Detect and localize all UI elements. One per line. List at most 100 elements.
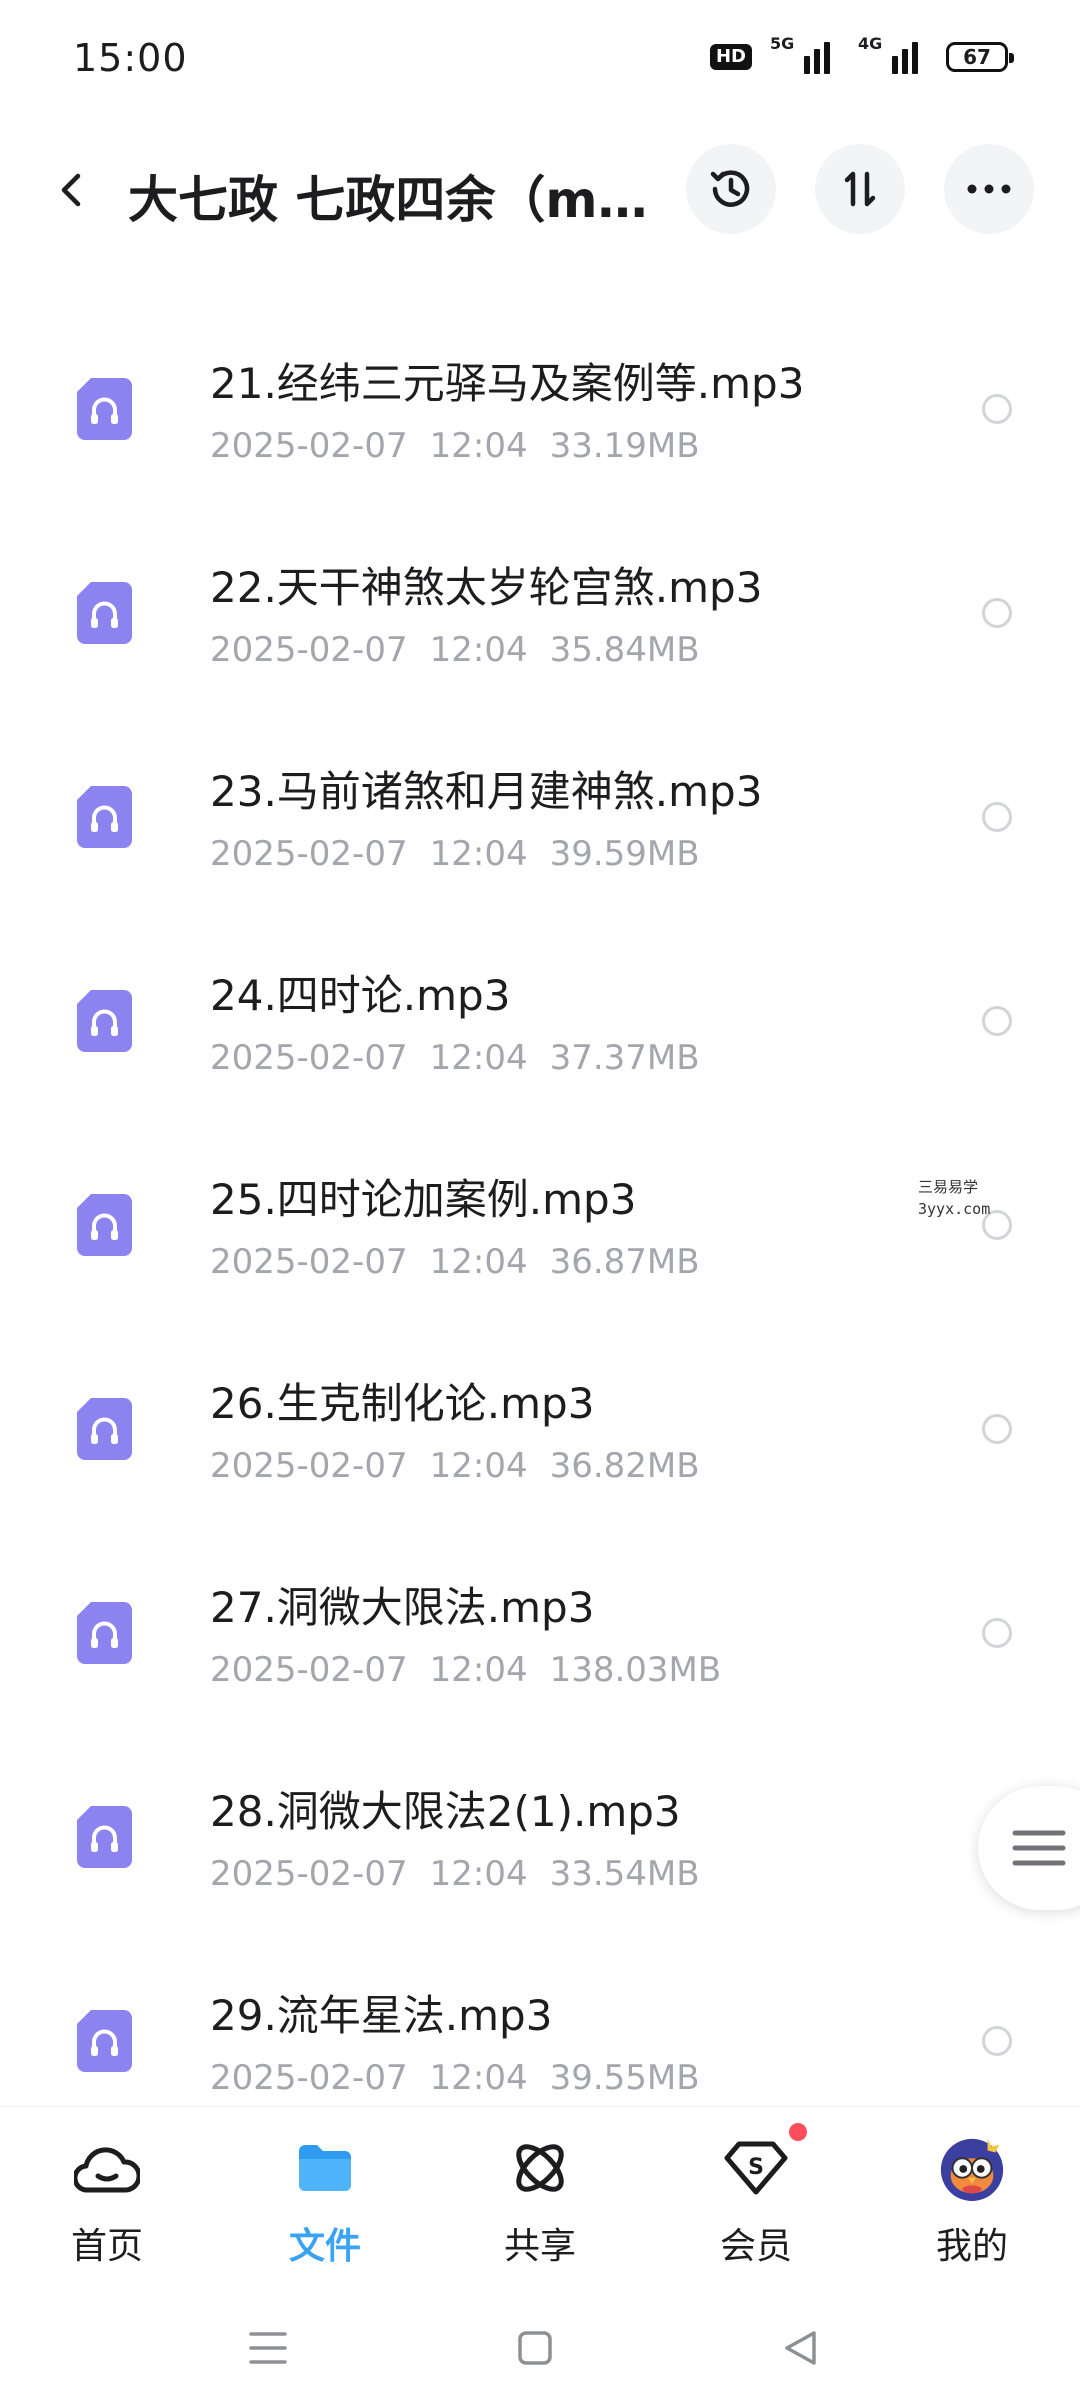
- file-size: 36.87MB: [549, 1242, 700, 1282]
- nav-tab-home[interactable]: 首页: [37, 2133, 177, 2283]
- select-checkbox[interactable]: [982, 394, 1012, 424]
- hd-voice-badge: HD: [709, 44, 752, 70]
- audio-file-icon: [77, 1398, 132, 1460]
- share-atom-icon: [505, 2133, 575, 2203]
- back-button[interactable]: [40, 158, 104, 222]
- nav-label-files: 文件: [288, 2226, 361, 2267]
- screen: 15:00 HD 5G 4G 67 大七政 七政四余（m... 21.经纬三元驿…: [0, 0, 1080, 2400]
- file-date: 2025-02-07: [210, 1650, 408, 1690]
- nav-tab-mine[interactable]: 我的: [902, 2133, 1042, 2283]
- audio-file-icon: [77, 1602, 132, 1664]
- file-date: 2025-02-07: [210, 1446, 408, 1486]
- nav-label-vip: 会员: [719, 2226, 792, 2267]
- file-date: 2025-02-07: [210, 426, 408, 466]
- battery-icon: 67: [946, 42, 1014, 72]
- select-checkbox[interactable]: [982, 1414, 1012, 1444]
- file-size: 36.82MB: [549, 1446, 700, 1486]
- file-list-item[interactable]: 24.四时论.mp3 2025-02-07 12:04 37.37MB: [0, 918, 1080, 1122]
- audio-file-icon: [77, 990, 132, 1052]
- file-meta: 2025-02-07 12:04 35.84MB: [210, 630, 700, 670]
- audio-file-icon: [77, 1194, 132, 1256]
- select-checkbox[interactable]: [982, 802, 1012, 832]
- nav-label-mine: 我的: [935, 2226, 1008, 2267]
- select-checkbox[interactable]: [982, 2026, 1012, 2056]
- watermark-line-2: 3yyx.com: [918, 1200, 991, 1218]
- file-date: 2025-02-07: [210, 1854, 408, 1894]
- file-meta: 2025-02-07 12:04 37.37MB: [210, 1038, 700, 1078]
- file-time: 12:04: [429, 426, 528, 466]
- history-button[interactable]: [686, 144, 776, 234]
- file-time: 12:04: [429, 1038, 528, 1078]
- home-cloud-icon: [72, 2133, 142, 2203]
- system-nav-bar: [0, 2288, 1080, 2400]
- status-indicators: HD 5G 4G 67: [709, 34, 1014, 74]
- battery-level: 67: [963, 45, 991, 69]
- file-time: 12:04: [429, 630, 528, 670]
- file-name: 24.四时论.mp3: [210, 971, 511, 1020]
- file-size: 35.84MB: [549, 630, 700, 670]
- audio-file-icon: [77, 582, 132, 644]
- file-list-item[interactable]: 28.洞微大限法2(1).mp3 2025-02-07 12:04 33.54MB: [0, 1734, 1080, 1938]
- back-triangle-icon: [785, 2331, 816, 2365]
- file-date: 2025-02-07: [210, 2058, 408, 2098]
- file-time: 12:04: [429, 1242, 528, 1282]
- system-home-button[interactable]: [505, 2318, 565, 2378]
- file-list-item[interactable]: 26.生克制化论.mp3 2025-02-07 12:04 36.82MB: [0, 1326, 1080, 1530]
- file-size: 33.19MB: [549, 426, 700, 466]
- file-date: 2025-02-07: [210, 834, 408, 874]
- file-meta: 2025-02-07 12:04 138.03MB: [210, 1650, 721, 1690]
- more-icon: [967, 184, 1011, 194]
- select-checkbox[interactable]: [982, 1618, 1012, 1648]
- audio-file-icon: [77, 2010, 132, 2072]
- file-name: 26.生克制化论.mp3: [210, 1379, 595, 1428]
- select-checkbox[interactable]: [982, 598, 1012, 628]
- signal-4g-label: 4G: [858, 34, 883, 53]
- file-date: 2025-02-07: [210, 1242, 408, 1282]
- file-meta: 2025-02-07 12:04 36.82MB: [210, 1446, 700, 1486]
- page-title: 大七政 七政四余（m...: [128, 171, 648, 229]
- notification-dot: [789, 2123, 807, 2141]
- system-back-button[interactable]: [770, 2318, 830, 2378]
- watermark: 三易易学 3yyx.com: [918, 1176, 990, 1220]
- nav-tab-share[interactable]: 共享: [470, 2133, 610, 2283]
- status-bar: 15:00 HD 5G 4G 67: [0, 0, 1080, 120]
- file-list-item[interactable]: 23.马前诸煞和月建神煞.mp3 2025-02-07 12:04 39.59MB: [0, 714, 1080, 918]
- title-bar: 大七政 七政四余（m...: [0, 130, 1080, 250]
- file-size: 39.59MB: [549, 834, 700, 874]
- file-size: 39.55MB: [549, 2058, 700, 2098]
- audio-file-icon: [77, 378, 132, 440]
- nav-label-home: 首页: [70, 2226, 143, 2267]
- file-name: 21.经纬三元驿马及案例等.mp3: [210, 359, 805, 408]
- nav-tab-files[interactable]: 文件: [255, 2133, 395, 2283]
- file-time: 12:04: [429, 1446, 528, 1486]
- file-name: 25.四时论加案例.mp3: [210, 1175, 637, 1224]
- file-size: 138.03MB: [549, 1650, 722, 1690]
- folder-icon: [290, 2133, 360, 2203]
- home-square-icon: [518, 2331, 552, 2365]
- file-meta: 2025-02-07 12:04 39.59MB: [210, 834, 700, 874]
- nav-tab-vip[interactable]: S 会员: [686, 2123, 826, 2283]
- file-list-item[interactable]: 21.经纬三元驿马及案例等.mp3 2025-02-07 12:04 33.19MB: [0, 306, 1080, 510]
- file-date: 2025-02-07: [210, 1038, 408, 1078]
- file-list-item[interactable]: 27.洞微大限法.mp3 2025-02-07 12:04 138.03MB: [0, 1530, 1080, 1734]
- signal-5g-icon: 5G: [770, 34, 840, 74]
- file-meta: 2025-02-07 12:04 33.19MB: [210, 426, 700, 466]
- system-recents-button[interactable]: [238, 2318, 298, 2378]
- nav-label-share: 共享: [503, 2226, 576, 2267]
- file-meta: 2025-02-07 12:04 39.55MB: [210, 2058, 700, 2098]
- vip-diamond-icon: S: [721, 2123, 807, 2203]
- file-time: 12:04: [429, 2058, 528, 2098]
- audio-file-icon: [77, 1806, 132, 1868]
- file-list-item[interactable]: 22.天干神煞太岁轮宫煞.mp3 2025-02-07 12:04 35.84MB: [0, 510, 1080, 714]
- sort-icon: [844, 171, 876, 207]
- file-meta: 2025-02-07 12:04 36.87MB: [210, 1242, 700, 1282]
- more-button[interactable]: [944, 144, 1034, 234]
- select-checkbox[interactable]: [982, 1006, 1012, 1036]
- menu-lines-icon: [1012, 1830, 1066, 1866]
- audio-file-icon: [77, 786, 132, 848]
- file-time: 12:04: [429, 1854, 528, 1894]
- file-name: 23.马前诸煞和月建神煞.mp3: [210, 767, 763, 816]
- sort-button[interactable]: [815, 144, 905, 234]
- file-name: 29.流年星法.mp3: [210, 1991, 553, 2040]
- file-list-item[interactable]: 25.四时论加案例.mp3 2025-02-07 12:04 36.87MB: [0, 1122, 1080, 1326]
